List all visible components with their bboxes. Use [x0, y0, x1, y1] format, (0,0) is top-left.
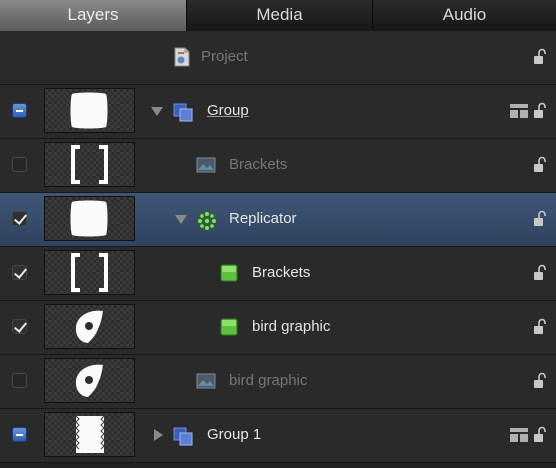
activation-checkbox[interactable]: [12, 157, 27, 172]
disclosure-triangle-icon[interactable]: [154, 429, 163, 441]
lock-icon[interactable]: [533, 156, 549, 174]
replicator-cell-icon: [220, 264, 238, 282]
layer-row-replicator[interactable]: Replicator: [0, 193, 556, 247]
group-type-icon[interactable]: [510, 104, 528, 118]
lock-icon[interactable]: [533, 102, 549, 120]
layer-label: Group 1: [207, 426, 262, 443]
layer-label: Brackets: [229, 156, 288, 173]
activation-checkbox[interactable]: [12, 427, 27, 442]
lock-icon[interactable]: [533, 210, 549, 228]
group-icon: [173, 103, 193, 122]
lock-icon[interactable]: [533, 264, 549, 282]
layer-thumbnail: [44, 250, 135, 295]
layer-thumbnail: [44, 358, 135, 403]
lock-icon[interactable]: [533, 318, 549, 336]
tab-audio[interactable]: Audio: [373, 0, 556, 31]
layer-row-bird-graphic-cell[interactable]: bird graphic: [0, 301, 556, 355]
layer-row-brackets-cell[interactable]: Brackets: [0, 247, 556, 301]
project-file-icon: [174, 47, 190, 67]
activation-checkbox[interactable]: [12, 319, 27, 334]
disclosure-triangle-icon[interactable]: [175, 215, 187, 224]
layer-label: Project: [201, 48, 248, 65]
layer-thumbnail: [44, 88, 135, 133]
activation-checkbox[interactable]: [12, 373, 27, 388]
image-icon: [196, 157, 216, 173]
layer-row-group[interactable]: Group: [0, 85, 556, 139]
activation-checkbox[interactable]: [12, 103, 27, 118]
tab-layers[interactable]: Layers: [0, 0, 187, 31]
layer-label: Replicator: [229, 210, 297, 227]
tab-bar: Layers Media Audio: [0, 0, 556, 31]
image-icon: [196, 373, 216, 389]
layer-label: bird graphic: [252, 318, 331, 335]
group-icon: [173, 427, 193, 446]
activation-checkbox[interactable]: [12, 211, 27, 226]
activation-checkbox[interactable]: [12, 265, 27, 280]
layer-thumbnail: [44, 142, 135, 187]
layer-label: Group: [207, 102, 249, 119]
layer-row-project[interactable]: Project: [0, 31, 556, 85]
tab-media[interactable]: Media: [187, 0, 373, 31]
layer-label: bird graphic: [229, 372, 308, 389]
layer-row-group-1[interactable]: Group 1: [0, 409, 556, 463]
lock-icon[interactable]: [533, 426, 549, 444]
layer-row-bird-graphic[interactable]: bird graphic: [0, 355, 556, 409]
layer-thumbnail: [44, 304, 135, 349]
lock-icon[interactable]: [533, 48, 549, 66]
replicator-icon: [197, 211, 216, 230]
lock-icon[interactable]: [533, 372, 549, 390]
layers-list: Project Group Brackets Replicator Bracke…: [0, 31, 556, 468]
layer-row-brackets[interactable]: Brackets: [0, 139, 556, 193]
layer-thumbnail: [44, 196, 135, 241]
group-type-icon[interactable]: [510, 428, 528, 442]
layer-label: Brackets: [252, 264, 311, 281]
replicator-cell-icon: [220, 318, 238, 336]
disclosure-triangle-icon[interactable]: [151, 107, 163, 116]
layer-thumbnail: [44, 412, 135, 457]
